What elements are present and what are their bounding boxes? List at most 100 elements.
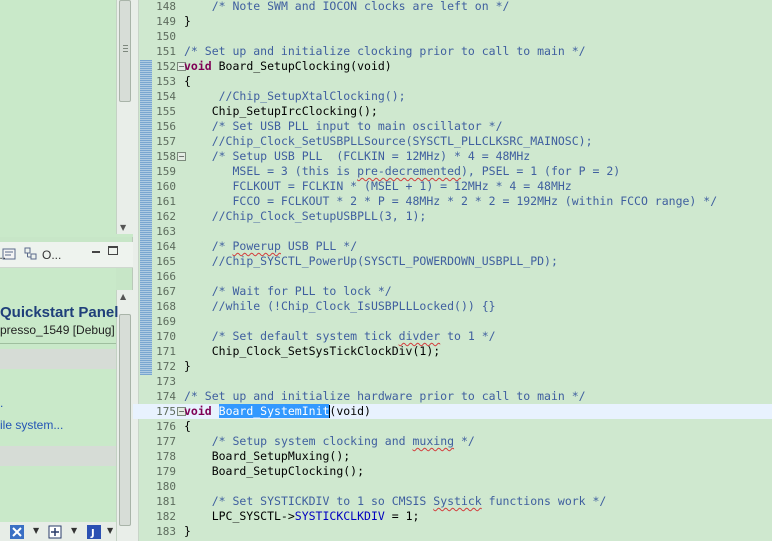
line-number: 153 [156,75,176,88]
code-line[interactable]: FCCO = FCLKOUT * 2 * P = 48MHz * 2 * 2 =… [184,194,717,209]
chevron-down-icon[interactable]: ▼ [33,526,39,535]
code-line[interactable]: //Chip_SYSCTL_PowerUp(SYSCTL_POWERDOWN_U… [184,254,558,269]
line-number: 183 [156,525,176,538]
project-explorer-area [0,0,133,237]
code-line[interactable]: MSEL = 3 (this is pre-decremented), PSEL… [184,164,620,179]
code-line[interactable]: /* Set up and initialize clocking prior … [184,44,586,59]
code-line[interactable]: /* Wait for PLL to lock */ [184,284,392,299]
line-number: 164 [156,240,176,253]
selected-text[interactable]: Board_SystemInit [218,404,330,418]
line-number: 162 [156,210,176,223]
code-line[interactable]: /* Setup system clocking and muxing */ [184,434,475,449]
line-number: 159 [156,165,176,178]
change-marker-bar [140,60,152,375]
code-line[interactable]: Chip_Clock_SetSysTickClockDiv(1); [184,344,441,359]
code-line[interactable]: Board_SetupClocking(); [184,464,364,479]
quickstart-link-file-system[interactable]: ile system... [0,418,63,432]
line-number: 156 [156,120,176,133]
code-line[interactable]: FCLKOUT = FCLKIN * (MSEL + 1) = 12MHz * … [184,179,571,194]
code-line[interactable]: } [184,524,191,539]
tab-outline-label[interactable]: O... [42,248,61,262]
code-line[interactable]: LPC_SYSCTL->SYSTICKCLKDIV = 1; [184,509,420,524]
text-caret [329,405,331,418]
line-number: 149 [156,15,176,28]
svg-text:J: J [90,528,95,539]
java-icon[interactable]: J [87,525,101,539]
line-number: 157 [156,135,176,148]
code-line[interactable]: /* Note SWM and IOCON clocks are left on… [184,0,510,14]
line-number: 170 [156,330,176,343]
code-line[interactable]: //Chip_Clock_SetUSBPLLSource(SYSCTL_PLLC… [184,134,593,149]
outline-icon[interactable] [24,247,38,261]
quickstart-link[interactable]: . [0,396,3,410]
code-line[interactable]: //while (!Chip_Clock_IsUSBPLLLocked()) {… [184,299,496,314]
line-number-gutter: 148 149 150 151 152−153 154 155 156 157 158−159 16… [153,0,186,541]
grip-line [123,45,128,46]
chevron-down-icon[interactable]: ▼ [107,526,113,535]
line-number: 158 [156,150,176,163]
views-tab-bar: ... O... [0,242,133,268]
code-editor[interactable]: 148 149 150 151 152−153 154 155 156 157 158−159 16… [133,0,772,541]
spelling-warning: divder [398,329,441,343]
line-number: 166 [156,270,176,283]
spelling-warning: pre-decremented [357,164,461,178]
code-line[interactable]: void Board_SystemInit(void) [184,404,371,419]
line-number: 163 [156,225,176,238]
line-number: 148 [156,0,176,13]
quickstart-toolbar: ▼ ▼ J ▼ [0,522,116,541]
line-number: 168 [156,300,176,313]
line-number: 160 [156,180,176,193]
project-explorer-scrollbar[interactable]: ▼ [116,0,133,234]
maximize-icon[interactable] [108,246,118,255]
line-number: 167 [156,285,176,298]
tab-views-label[interactable]: ... [0,248,6,262]
code-line[interactable]: } [184,14,191,29]
line-number: 155 [156,105,176,118]
line-number: 173 [156,375,176,388]
code-line[interactable]: /* Setup USB PLL (FCLKIN = 12MHz) * 4 = … [184,149,531,164]
grip-line [123,51,128,52]
code-line[interactable]: void Board_SetupClocking(void) [184,59,392,74]
line-number: 165 [156,255,176,268]
spelling-warning: Systick [433,494,482,508]
scrollbar-thumb[interactable] [119,0,131,102]
quickstart-scrollbar[interactable]: ▲ [116,290,133,541]
terminate-icon[interactable] [10,525,24,539]
code-line[interactable]: { [184,419,191,434]
code-line[interactable]: } [184,359,191,374]
minimize-icon[interactable] [92,251,100,253]
line-number: 178 [156,450,176,463]
divider [0,343,116,344]
line-number: 152 [156,60,176,73]
line-number: 181 [156,495,176,508]
code-line[interactable]: Chip_SetupIrcClocking(); [184,104,378,119]
section-header[interactable] [0,446,116,466]
code-line[interactable]: Board_SetupMuxing(); [184,449,350,464]
editor-left-ruler [133,0,139,541]
line-number: 179 [156,465,176,478]
line-number: 174 [156,390,176,403]
scroll-up-arrow-icon[interactable]: ▲ [120,292,126,301]
code-line[interactable]: /* Set USB PLL input to main oscillator … [184,119,503,134]
line-number: 177 [156,435,176,448]
line-number: 169 [156,315,176,328]
scrollbar-thumb[interactable] [119,314,131,526]
section-header[interactable] [0,349,116,369]
scroll-down-arrow-icon[interactable]: ▼ [120,223,126,232]
line-number: 161 [156,195,176,208]
line-number: 182 [156,510,176,523]
debug-tool-icon[interactable] [48,525,62,539]
line-number: 171 [156,345,176,358]
code-line[interactable]: /* Set up and initialize hardware prior … [184,389,586,404]
code-line[interactable]: { [184,74,191,89]
grip-line [123,48,128,49]
quickstart-title: Quickstart Panel [0,304,119,321]
code-line[interactable]: /* Set SYSTICKDIV to 1 so CMSIS Systick … [184,494,607,509]
code-area[interactable]: /* Note SWM and IOCON clocks are left on… [184,0,772,541]
line-number: 180 [156,480,176,493]
chevron-down-icon[interactable]: ▼ [71,526,77,535]
code-line[interactable]: /* Set default system tick divder to 1 *… [184,329,496,344]
code-line[interactable]: //Chip_Clock_SetupUSBPLL(3, 1); [184,209,427,224]
code-line[interactable]: /* Powerup USB PLL */ [184,239,357,254]
code-line[interactable]: //Chip_SetupXtalClocking(); [184,89,406,104]
